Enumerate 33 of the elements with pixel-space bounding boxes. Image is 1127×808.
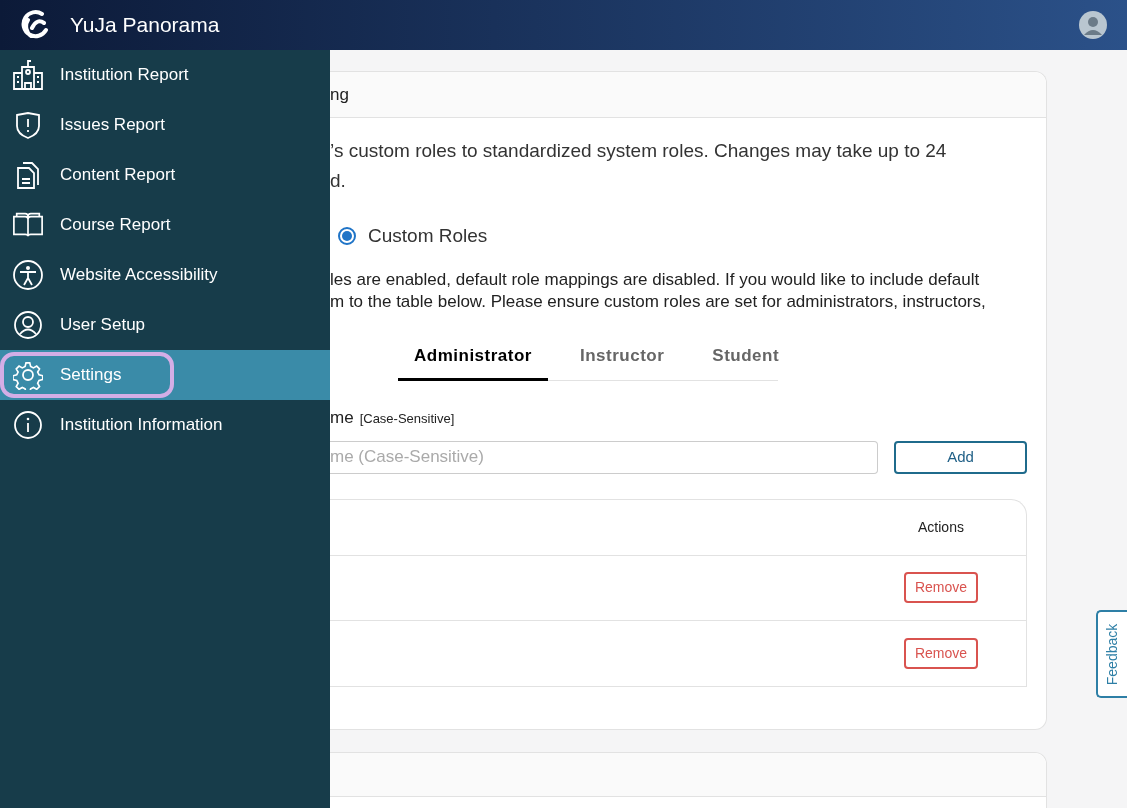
tab[interactable]: Student xyxy=(696,342,796,381)
description-text: d. xyxy=(330,170,347,192)
settings-icon xyxy=(12,360,44,390)
radio-button[interactable] xyxy=(338,227,356,246)
radio-option[interactable]: Custom Roles xyxy=(338,222,488,251)
sidebar-item[interactable]: Content Report xyxy=(0,152,190,198)
info-icon xyxy=(12,410,44,440)
app-title: YuJa Panorama xyxy=(70,12,220,39)
sidebar-item[interactable]: Course Report xyxy=(0,202,185,248)
sidebar-item[interactable]: Institution Information xyxy=(0,402,237,448)
sidebar-item[interactable]: Institution Report xyxy=(0,52,203,98)
sidebar-item[interactable]: Issues Report xyxy=(0,102,179,148)
tab[interactable]: Instructor xyxy=(563,342,681,381)
field-label: me xyxy=(330,407,354,429)
description-text: ’s custom roles to standardized system roles. Changes may take up to 24 xyxy=(330,140,948,162)
field-hint: [Case-Sensitive] xyxy=(359,410,455,428)
sidebar-item[interactable]: Settings xyxy=(0,352,174,398)
add-button[interactable]: Add xyxy=(894,440,1027,474)
note-text: m to the table below. Please ensure custom roles are set for administrators, instructors, xyxy=(330,290,987,313)
remove-button[interactable]: Remove xyxy=(904,637,978,669)
note-text: les are enabled, default role mappings are disabled. If you would like to include default xyxy=(330,268,981,291)
input-field[interactable]: me (Case-Sensitive) xyxy=(330,440,878,474)
avatar[interactable] xyxy=(1079,11,1107,39)
tab[interactable]: Administrator xyxy=(398,342,548,381)
card-title: ng xyxy=(330,83,349,106)
sidebar-item[interactable]: Website Accessibility xyxy=(0,252,232,298)
accessibility-icon xyxy=(12,259,44,291)
sidebar-item[interactable]: User Setup xyxy=(0,302,160,348)
building-icon xyxy=(12,59,44,91)
user-icon xyxy=(12,310,44,340)
feedback-tab[interactable]: Feedback xyxy=(1096,610,1127,698)
column-header: Actions xyxy=(917,517,965,537)
remove-button[interactable]: Remove xyxy=(904,572,978,603)
